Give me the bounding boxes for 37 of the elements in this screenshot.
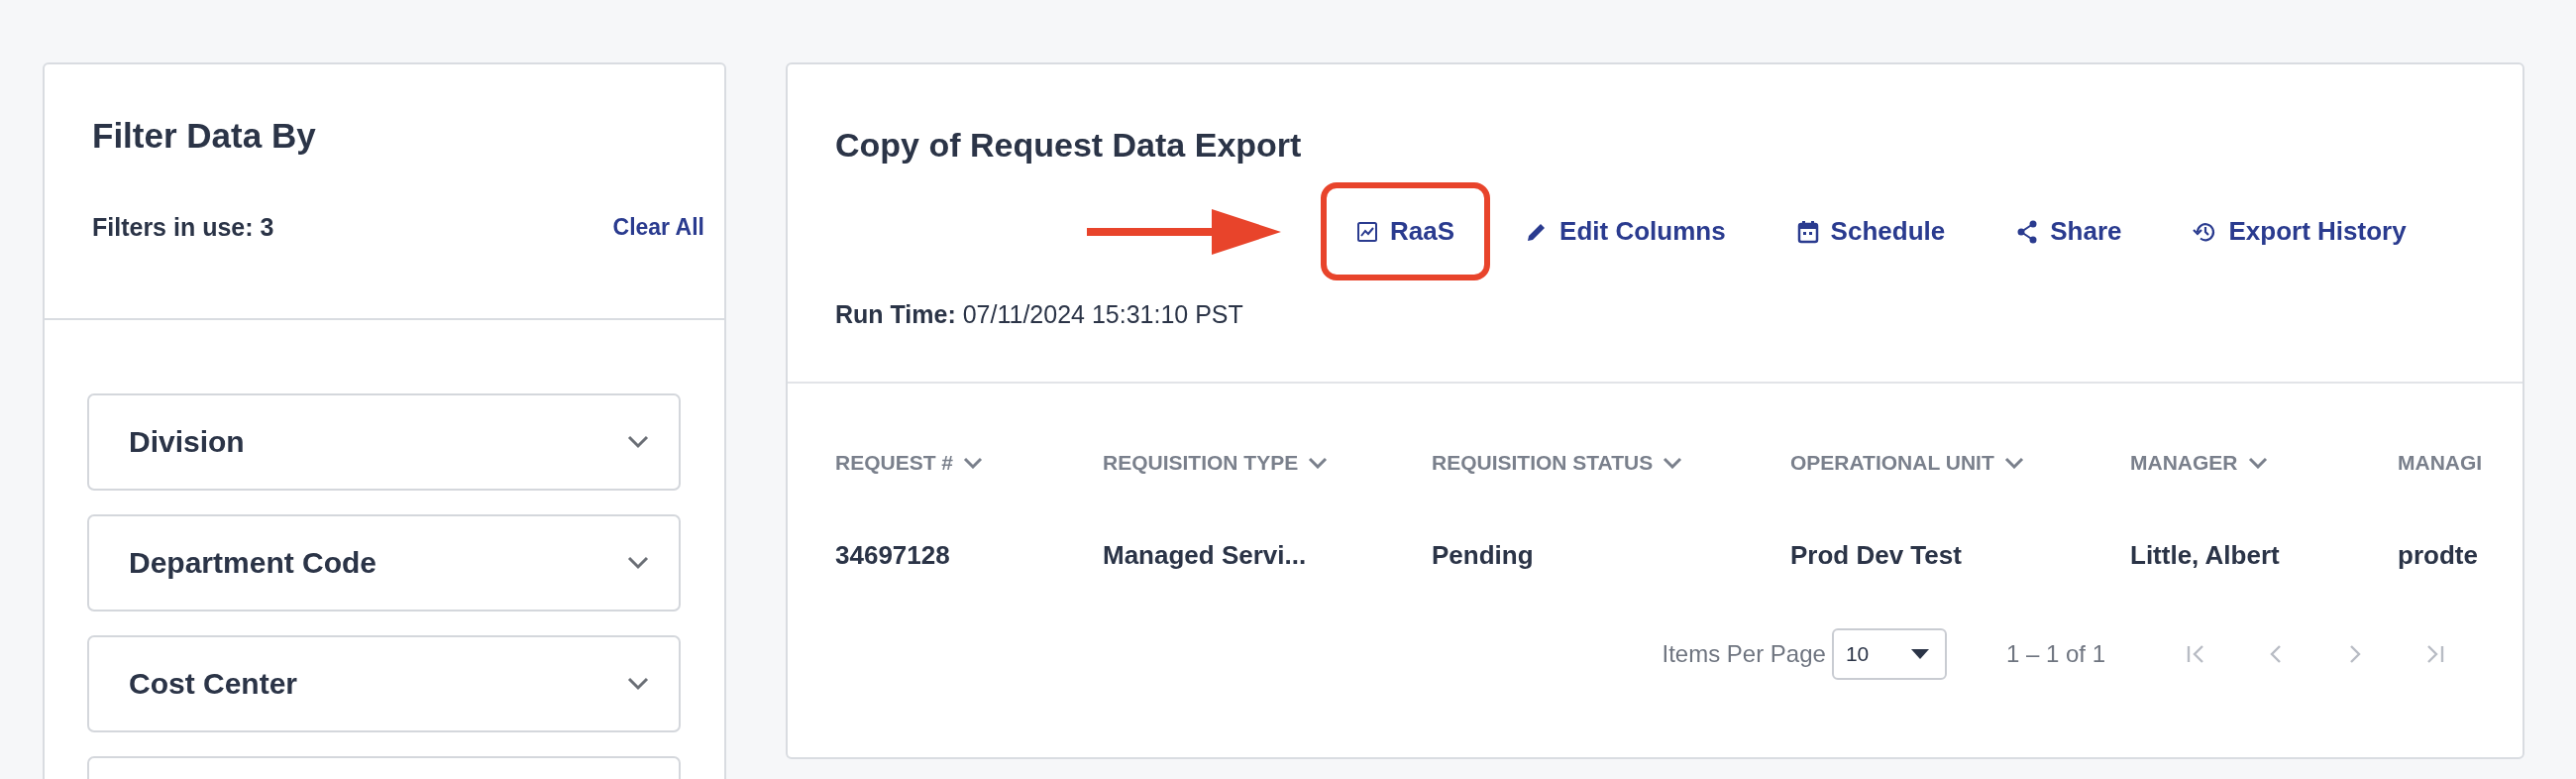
history-icon — [2193, 220, 2217, 243]
column-header[interactable]: REQUEST # — [835, 451, 1103, 475]
chevron-icon — [963, 457, 984, 469]
items-per-page-label: Items Per Page — [1662, 640, 1826, 668]
filters-count: Filters in use: 3 — [92, 213, 274, 242]
column-header[interactable]: MANAGER — [2130, 451, 2398, 475]
filter-accordion[interactable]: Cost Center — [87, 635, 681, 732]
chevron-icon — [627, 435, 649, 449]
chevron-icon — [2247, 457, 2268, 469]
table-cell-text: Little, Albert — [2130, 540, 2281, 571]
panel-title: Filter Data By — [92, 116, 317, 156]
table-cell-text: Prod Dev Test — [1790, 540, 1963, 571]
dropdown-caret-icon — [1910, 649, 1929, 659]
calendar-icon — [1796, 219, 1819, 244]
chevron-icon — [627, 556, 649, 570]
column-header[interactable]: REQUISITION TYPE — [1103, 451, 1432, 475]
clear-all-link[interactable]: Clear All — [612, 214, 704, 241]
report-title: Copy of Request Data Export — [835, 126, 1303, 165]
column-header[interactable]: REQUISITION STATUS — [1432, 451, 1790, 475]
page-range: 1 – 1 of 1 — [2005, 640, 2105, 668]
table-cell-text: 34697128 — [835, 540, 951, 571]
filter-accordion[interactable]: Department Code — [87, 514, 681, 612]
table-cell-text: Managed Servi... — [1103, 540, 1308, 571]
table-cell-text: Pending — [1432, 540, 1535, 571]
raas-button[interactable]: RaaS — [1321, 182, 1491, 280]
column-header[interactable]: MANAGI — [2398, 451, 2517, 475]
items-per-page-select[interactable]: 10 — [1831, 628, 1947, 680]
chevron-icon — [627, 677, 649, 691]
chevron-icon — [2003, 457, 2024, 469]
run-time: Run Time: 07/11/2024 15:31:10 PST — [835, 300, 1244, 329]
chart-icon — [1356, 220, 1378, 243]
filter-accordion[interactable]: Division — [87, 393, 681, 491]
chevron-icon — [1308, 457, 1329, 469]
chevron-icon — [1663, 457, 1683, 469]
column-header[interactable]: OPERATIONAL UNIT — [1790, 451, 2130, 475]
share-icon — [2016, 219, 2039, 244]
table-cell-text: prodte — [2398, 540, 2479, 571]
